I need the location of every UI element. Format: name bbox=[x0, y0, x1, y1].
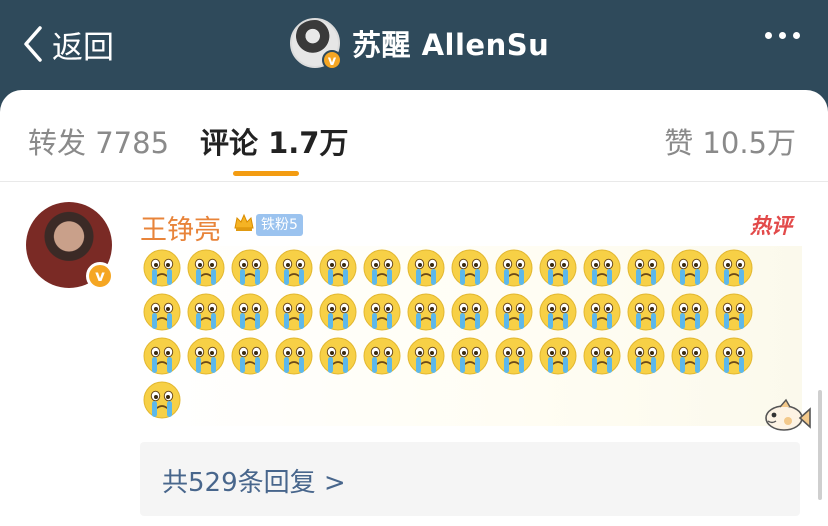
crying-face-emoji bbox=[230, 248, 274, 292]
crying-face-emoji bbox=[274, 292, 318, 336]
crying-face-emoji bbox=[318, 336, 362, 380]
crying-face-emoji bbox=[582, 336, 626, 380]
crying-face-emoji bbox=[494, 336, 538, 380]
dot-icon bbox=[793, 32, 800, 39]
crying-face-emoji bbox=[274, 248, 318, 292]
crying-face-emoji bbox=[670, 336, 714, 380]
crying-face-emoji bbox=[142, 248, 186, 292]
comment-card: 转发 7785 评论 1.7万 赞 10.5万 v 王铮亮 铁粉5 热评 共52… bbox=[0, 90, 828, 526]
crying-face-emoji bbox=[406, 292, 450, 336]
crying-face-emoji bbox=[582, 248, 626, 292]
tab-comments[interactable]: 评论 1.7万 bbox=[200, 120, 348, 162]
crying-face-emoji bbox=[670, 248, 714, 292]
crying-face-emoji bbox=[714, 336, 758, 380]
scrollbar[interactable] bbox=[818, 390, 822, 500]
crying-face-emoji bbox=[186, 292, 230, 336]
crying-face-emoji bbox=[274, 336, 318, 380]
hot-comment-tag: 热评 bbox=[750, 214, 792, 238]
crying-face-emoji bbox=[450, 336, 494, 380]
avatar[interactable]: v bbox=[290, 18, 342, 70]
crying-face-emoji bbox=[230, 336, 274, 380]
crying-face-emoji bbox=[494, 292, 538, 336]
crying-face-emoji bbox=[362, 248, 406, 292]
dot-icon bbox=[765, 32, 772, 39]
active-tab-indicator bbox=[233, 171, 299, 176]
crying-face-emoji bbox=[626, 292, 670, 336]
crying-face-emoji bbox=[142, 380, 186, 424]
crying-face-emoji bbox=[538, 336, 582, 380]
verified-badge-icon: v bbox=[86, 262, 114, 290]
crying-face-emoji bbox=[626, 336, 670, 380]
crying-face-emoji bbox=[714, 292, 758, 336]
more-options-button[interactable] bbox=[765, 32, 800, 39]
tab-likes[interactable]: 赞 10.5万 bbox=[664, 120, 796, 162]
comment-body bbox=[142, 248, 782, 424]
crown-icon bbox=[234, 213, 254, 231]
tab-repost[interactable]: 转发 7785 bbox=[28, 120, 169, 162]
crying-face-emoji bbox=[450, 248, 494, 292]
crying-face-emoji bbox=[714, 248, 758, 292]
crying-face-emoji bbox=[318, 292, 362, 336]
fan-level-badge: 铁粉5 bbox=[256, 214, 303, 236]
crying-face-emoji bbox=[626, 248, 670, 292]
crying-face-emoji bbox=[362, 336, 406, 380]
crying-face-emoji bbox=[494, 248, 538, 292]
crying-face-emoji bbox=[538, 248, 582, 292]
crying-face-emoji bbox=[670, 292, 714, 336]
profile-title[interactable]: v 苏醒 AllenSu bbox=[290, 18, 550, 70]
crying-face-emoji bbox=[362, 292, 406, 336]
crying-face-emoji bbox=[582, 292, 626, 336]
crying-face-emoji bbox=[230, 292, 274, 336]
dot-icon bbox=[779, 32, 786, 39]
page-title: 苏醒 AllenSu bbox=[352, 28, 550, 62]
view-replies-button[interactable]: 共529条回复 > bbox=[140, 442, 800, 516]
crying-face-emoji bbox=[186, 336, 230, 380]
replies-count-link: 共529条回复 > bbox=[162, 468, 346, 498]
crying-face-emoji bbox=[318, 248, 362, 292]
crying-face-emoji bbox=[450, 292, 494, 336]
chevron-left-icon bbox=[24, 26, 42, 62]
crying-face-emoji bbox=[142, 292, 186, 336]
crying-face-emoji bbox=[186, 248, 230, 292]
fish-icon[interactable] bbox=[760, 398, 812, 436]
crying-face-emoji bbox=[406, 336, 450, 380]
back-label: 返回 bbox=[52, 29, 114, 66]
tab-bar: 转发 7785 评论 1.7万 赞 10.5万 bbox=[0, 90, 828, 182]
crying-face-emoji bbox=[142, 336, 186, 380]
back-button[interactable]: 返回 bbox=[22, 22, 114, 66]
crying-face-emoji bbox=[538, 292, 582, 336]
verified-badge-icon: v bbox=[322, 50, 342, 70]
crying-face-emoji bbox=[406, 248, 450, 292]
commenter-name[interactable]: 王铮亮 bbox=[140, 208, 221, 247]
top-navigation-bar: 返回 v 苏醒 AllenSu bbox=[0, 0, 828, 92]
